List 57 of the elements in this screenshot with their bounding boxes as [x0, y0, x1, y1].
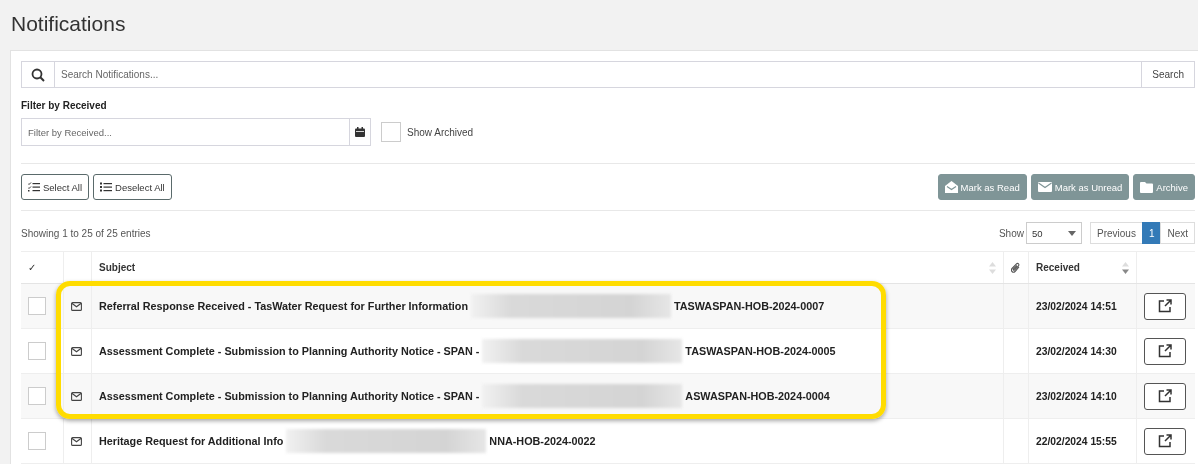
open-button[interactable]	[1144, 292, 1186, 320]
external-link-icon	[1158, 434, 1172, 448]
search-icon	[21, 61, 55, 88]
external-link-icon	[1158, 299, 1172, 313]
open-button[interactable]	[1144, 427, 1186, 455]
caret-icon	[1067, 230, 1076, 236]
select-button[interactable]: Select All	[21, 174, 90, 200]
page-button[interactable]: 1	[1141, 222, 1162, 244]
envelope-icon	[71, 346, 82, 356]
calendar-icon	[355, 127, 365, 137]
envelope-icon	[1037, 182, 1052, 192]
date-filter-field[interactable]: Filter by Received...	[21, 118, 350, 146]
checklist-icon	[28, 182, 40, 192]
open-envelope-icon	[944, 181, 958, 193]
column-header[interactable]: Subject	[99, 262, 136, 273]
reference-number: TASWASPAN-HOB-2024-0007	[674, 300, 825, 312]
subject-text: Heritage Request for Additional Info	[99, 435, 284, 447]
entries-info: Showing 1 to 25 of 25 entries	[21, 227, 151, 239]
open-button[interactable]	[1144, 337, 1186, 365]
external-link-icon	[1158, 389, 1172, 403]
row-checkbox[interactable]	[28, 342, 46, 360]
page-button[interactable]: Previous	[1089, 222, 1143, 244]
reference-number: TASWASPAN-HOB-2024-0005	[685, 345, 836, 357]
filter-label: Filter by Received	[21, 100, 108, 111]
subject-text: Assessment Complete - Submission to Planning Authority Notice - SPAN -	[99, 345, 480, 357]
subject-text: Referral Response Received - TasWater Request for Further Information	[99, 300, 468, 312]
reference-number: NNA-HOB-2024-0022	[489, 435, 596, 447]
paperclip-icon	[1011, 261, 1021, 274]
checkbox-label: Show Archived	[407, 126, 474, 138]
reference-number: ASWASPAN-HOB-2024-0004	[685, 390, 830, 402]
search-field[interactable]: Search Notifications...	[55, 61, 1142, 88]
open-button[interactable]	[1144, 382, 1186, 410]
page-button[interactable]: Next	[1160, 222, 1195, 244]
sort-icon[interactable]	[1122, 261, 1129, 274]
page-title: Notifications	[11, 11, 126, 36]
received-date: 23/02/2024 14:51	[1036, 300, 1117, 312]
select-button[interactable]: Deselect All	[93, 174, 172, 200]
received-date: 23/02/2024 14:30	[1036, 345, 1117, 357]
received-date: 22/02/2024 15:55	[1036, 435, 1117, 447]
row-checkbox[interactable]	[28, 432, 46, 450]
subject-text: Assessment Complete - Submission to Planning Authority Notice - SPAN -	[99, 390, 480, 402]
show-label: Show	[998, 227, 1024, 239]
header-checkmark: ✓	[28, 262, 37, 273]
envelope-icon	[71, 391, 82, 401]
envelope-icon	[71, 436, 82, 446]
checkbox[interactable]	[381, 122, 401, 142]
page-size-select[interactable]: 50	[1025, 222, 1082, 244]
envelope-icon	[71, 301, 82, 311]
search-button[interactable]: Search	[1141, 61, 1195, 88]
calendar-button[interactable]	[350, 118, 371, 146]
list-icon	[100, 182, 113, 192]
row-checkbox[interactable]	[28, 297, 46, 315]
folder-icon	[1140, 181, 1154, 193]
external-link-icon	[1158, 344, 1172, 358]
received-date: 23/02/2024 14:10	[1036, 390, 1117, 402]
row-checkbox[interactable]	[28, 387, 46, 405]
column-header[interactable]: Received	[1036, 262, 1080, 273]
